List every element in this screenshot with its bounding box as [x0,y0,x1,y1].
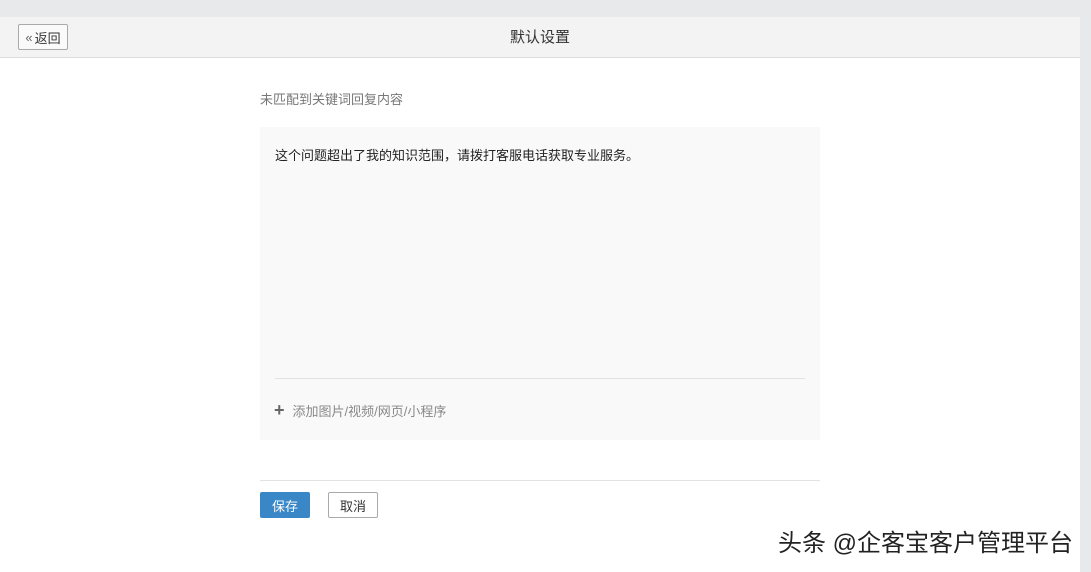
reply-text[interactable]: 这个问题超出了我的知识范围，请拨打客服电话获取专业服务。 [275,145,639,164]
page-title: 默认设置 [509,29,570,46]
reply-content-label: 未匹配到关键词回复内容 [260,92,404,107]
back-label: 返回 [34,30,61,46]
add-media-button[interactable]: + 添加图片/视频/网页/小程序 [274,400,446,421]
add-media-label: 添加图片/视频/网页/小程序 [292,404,447,419]
divider [260,480,820,481]
back-button[interactable]: « 返回 [18,24,68,50]
plus-icon: + [274,400,285,420]
cancel-button[interactable]: 取消 [328,492,378,518]
save-button[interactable]: 保存 [260,492,310,518]
reply-editor[interactable]: 这个问题超出了我的知识范围，请拨打客服电话获取专业服务。 + 添加图片/视频/网… [260,127,820,440]
watermark: 头条 @企客宝客户管理平台 [777,530,1073,557]
header-bar: « 返回 默认设置 [0,17,1080,58]
double-chevron-left-icon: « [25,29,33,45]
settings-panel: « 返回 默认设置 未匹配到关键词回复内容 这个问题超出了我的知识范围，请拨打客… [0,17,1080,572]
editor-divider [275,378,805,379]
